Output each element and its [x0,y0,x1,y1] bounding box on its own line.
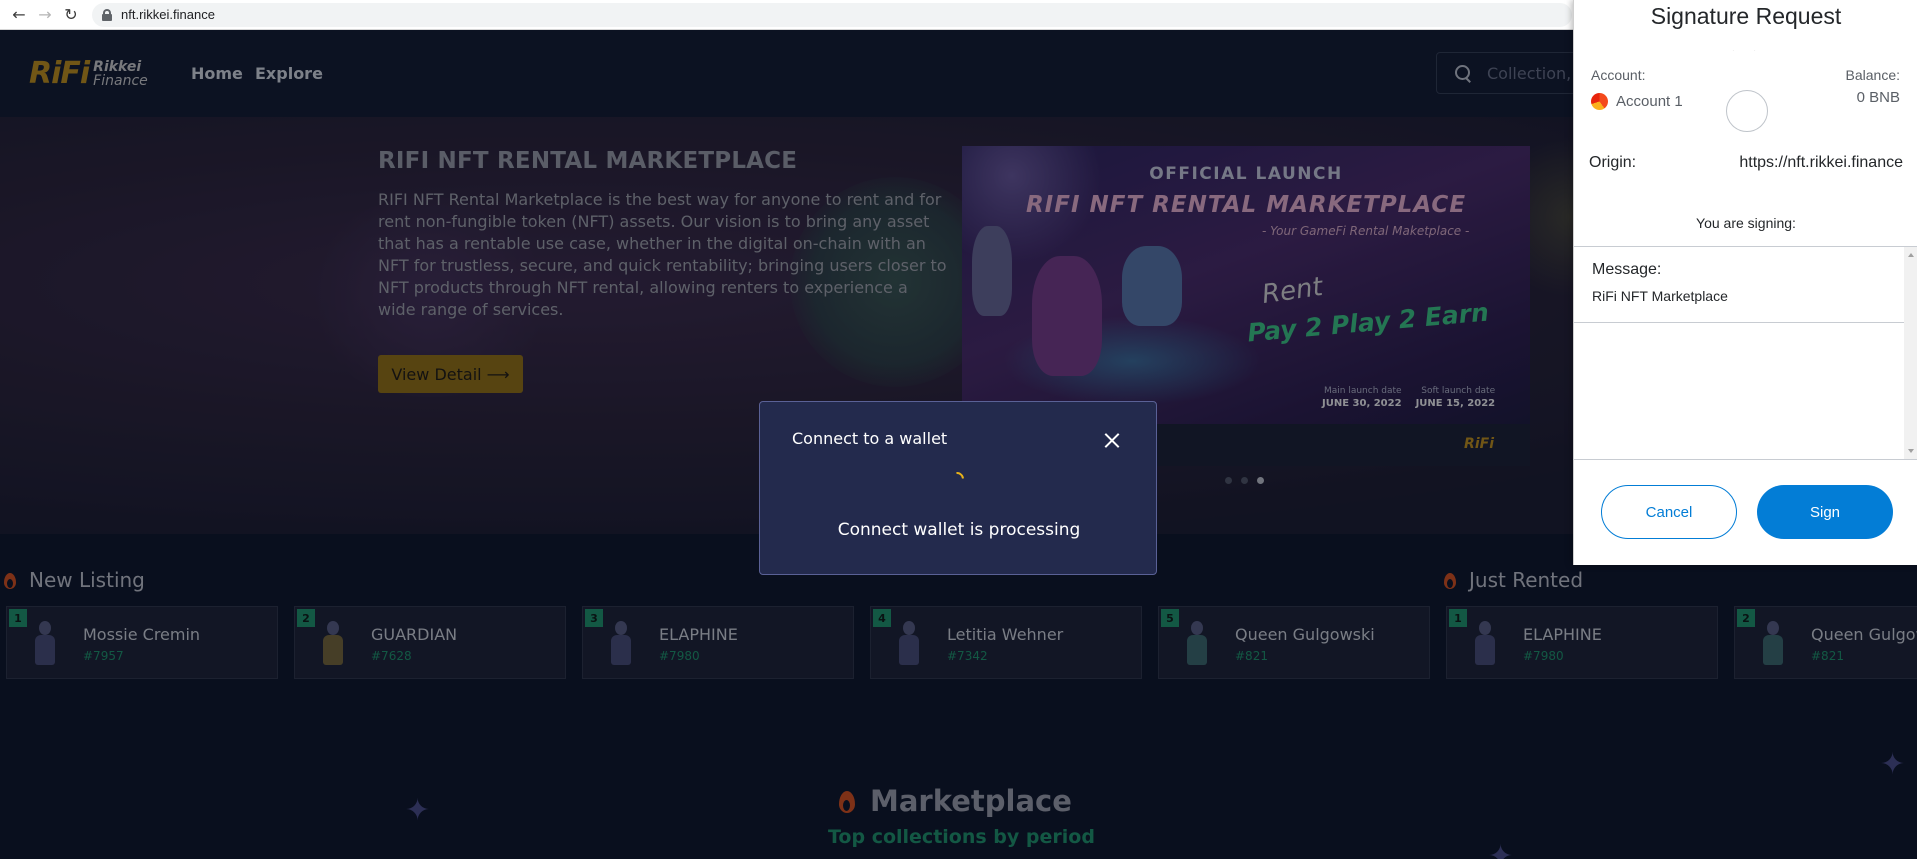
scroll-up-icon[interactable] [1908,253,1914,257]
scroll-down-icon[interactable] [1908,449,1914,453]
balance-label: Balance: [1845,67,1900,83]
message-row: Message: RiFi NFT Marketplace [1574,247,1904,323]
panel-notch-mask [1574,30,1917,50]
message-value: RiFi NFT Marketplace [1592,288,1728,304]
message-scrollbar[interactable] [1904,247,1917,459]
modal-title: Connect to a wallet [792,429,948,448]
close-icon[interactable] [1102,430,1122,450]
url-text: nft.rikkei.finance [121,7,215,22]
message-label: Message: [1592,261,1662,278]
lock-icon [102,8,112,21]
loading-spinner-icon [947,469,967,489]
modal-status-text: Connect wallet is processing [837,520,1081,540]
account-label: Account: [1591,67,1646,83]
metamask-signature-popup: Signature Request Account: Balance: Acco… [1573,0,1917,565]
connect-wallet-modal: Connect to a wallet Connect wallet is pr… [759,401,1157,575]
account-display: Account 1 [1591,93,1683,110]
balance-value: 0 BNB [1856,89,1900,106]
signature-actions: Cancel Sign [1574,461,1917,565]
account-name: Account 1 [1616,93,1683,110]
address-bar[interactable]: nft.rikkei.finance [92,2,1572,27]
sign-button[interactable]: Sign [1757,485,1893,539]
site-identicon [1726,90,1768,132]
back-arrow-icon[interactable]: ← [6,2,32,28]
account-avatar-icon [1591,93,1608,110]
signature-request-title: Signature Request [1650,3,1842,29]
message-box[interactable]: Message: RiFi NFT Marketplace [1574,246,1917,460]
cancel-button[interactable]: Cancel [1601,485,1737,539]
forward-arrow-icon[interactable]: → [32,2,58,28]
origin-label: Origin: [1589,154,1637,171]
signing-label: You are signing: [1696,215,1796,231]
origin-value: https://nft.rikkei.finance [1739,154,1903,171]
reload-icon[interactable]: ↻ [58,2,84,28]
